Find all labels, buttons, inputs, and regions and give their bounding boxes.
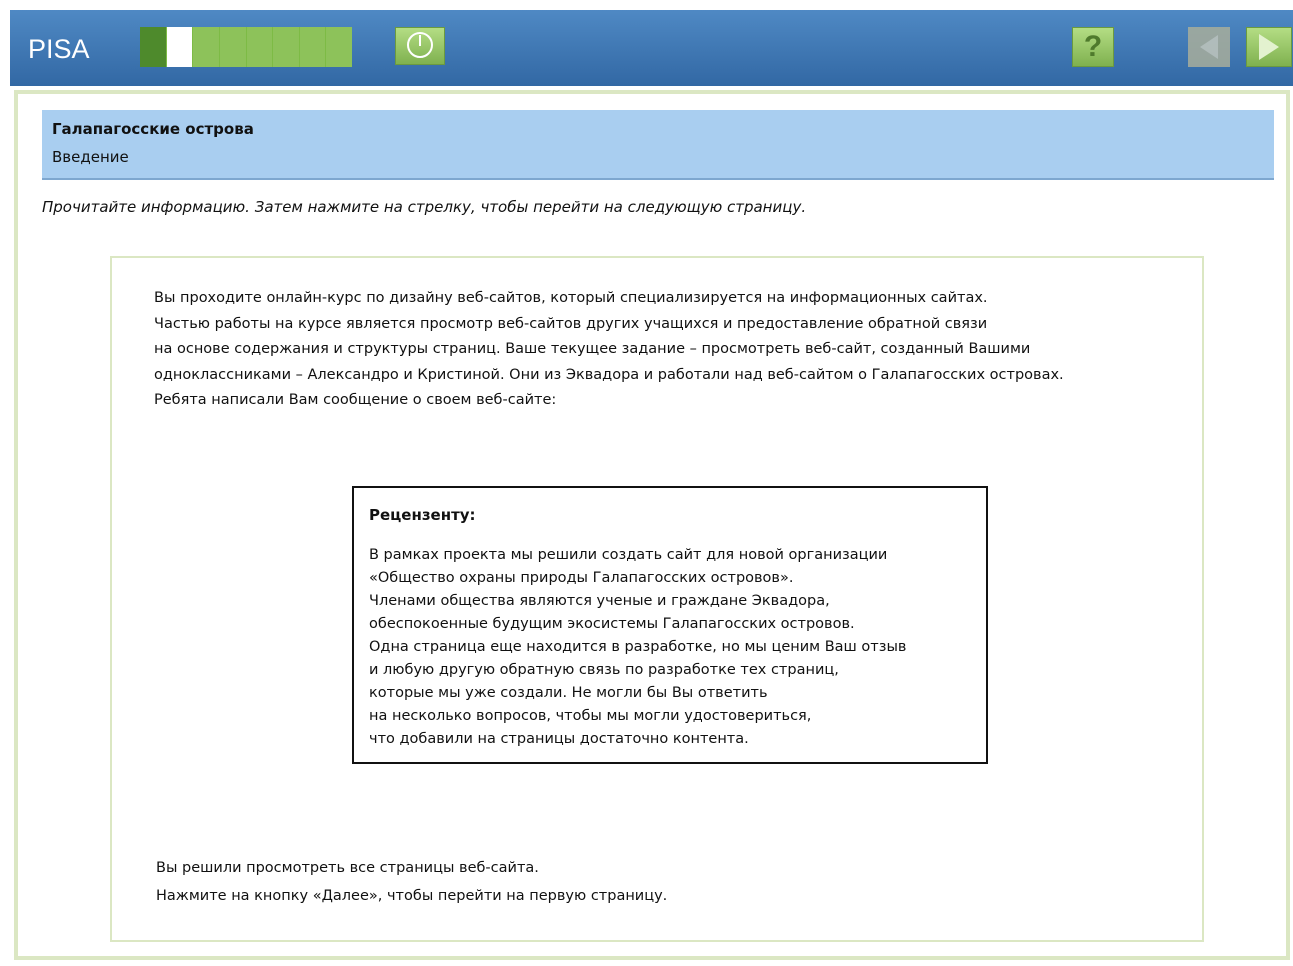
progress-segment <box>273 27 300 67</box>
message-line: что добавили на страницы достаточно конт… <box>369 731 749 747</box>
top-toolbar: PISA ? <box>10 10 1293 86</box>
unit-title: Галапагосские острова <box>52 120 254 138</box>
unit-header: Галапагосские острова Введение <box>42 110 1274 180</box>
progress-segment-current <box>166 27 194 67</box>
outro-text: Вы решили просмотреть все страницы веб-с… <box>156 854 667 910</box>
arrow-right-icon <box>1259 34 1279 60</box>
content-area: Галапагосские острова Введение Прочитайт… <box>14 90 1290 960</box>
intro-line: Вы проходите онлайн-курс по дизайну веб-… <box>154 290 988 306</box>
progress-segment <box>219 27 247 67</box>
next-button[interactable] <box>1246 27 1292 67</box>
outro-line: Нажмите на кнопку «Далее», чтобы перейти… <box>156 888 668 904</box>
message-line: обеспокоенные будущим экосистемы Галапаг… <box>369 616 855 632</box>
intro-line: на основе содержания и структуры страниц… <box>154 341 1031 357</box>
app-title: PISA <box>28 34 90 64</box>
message-line: Членами общества являются ученые и гражд… <box>369 593 830 609</box>
progress-bar <box>140 27 352 67</box>
arrow-left-icon <box>1200 35 1218 59</box>
previous-button[interactable] <box>1188 27 1230 67</box>
progress-segment <box>246 27 274 67</box>
message-box: Рецензенту: В рамках проекта мы решили с… <box>352 486 988 764</box>
message-line: Одна страница еще находится в разработке… <box>369 639 907 655</box>
help-button[interactable]: ? <box>1072 27 1114 67</box>
progress-segment <box>326 27 352 67</box>
clock-icon <box>407 32 433 58</box>
message-heading: Рецензенту: <box>369 506 476 524</box>
stimulus-panel: Вы проходите онлайн-курс по дизайну веб-… <box>110 256 1204 942</box>
intro-text: Вы проходите онлайн-курс по дизайну веб-… <box>154 286 1194 414</box>
progress-segment <box>193 27 220 67</box>
message-line: «Общество охраны природы Галапагосских о… <box>369 570 794 586</box>
message-body: В рамках проекта мы решили создать сайт … <box>369 544 906 751</box>
unit-subtitle: Введение <box>52 148 129 166</box>
message-line: на несколько вопросов, чтобы мы могли уд… <box>369 708 812 724</box>
progress-segment <box>299 27 327 67</box>
message-line: В рамках проекта мы решили создать сайт … <box>369 547 888 563</box>
intro-line: Ребята написали Вам сообщение о своем ве… <box>154 392 557 408</box>
instruction-text: Прочитайте информацию. Затем нажмите на … <box>42 198 807 216</box>
message-line: и любую другую обратную связь по разрабо… <box>369 662 839 678</box>
message-line: которые мы уже создали. Не могли бы Вы о… <box>369 685 768 701</box>
intro-line: одноклассниками – Александро и Кристиной… <box>154 366 1064 383</box>
intro-line: Частью работы на курсе является просмотр… <box>154 315 988 332</box>
timer-button[interactable] <box>395 27 445 65</box>
outro-line: Вы решили просмотреть все страницы веб-с… <box>156 860 539 876</box>
progress-segment <box>140 27 167 67</box>
help-icon: ? <box>1083 30 1103 63</box>
